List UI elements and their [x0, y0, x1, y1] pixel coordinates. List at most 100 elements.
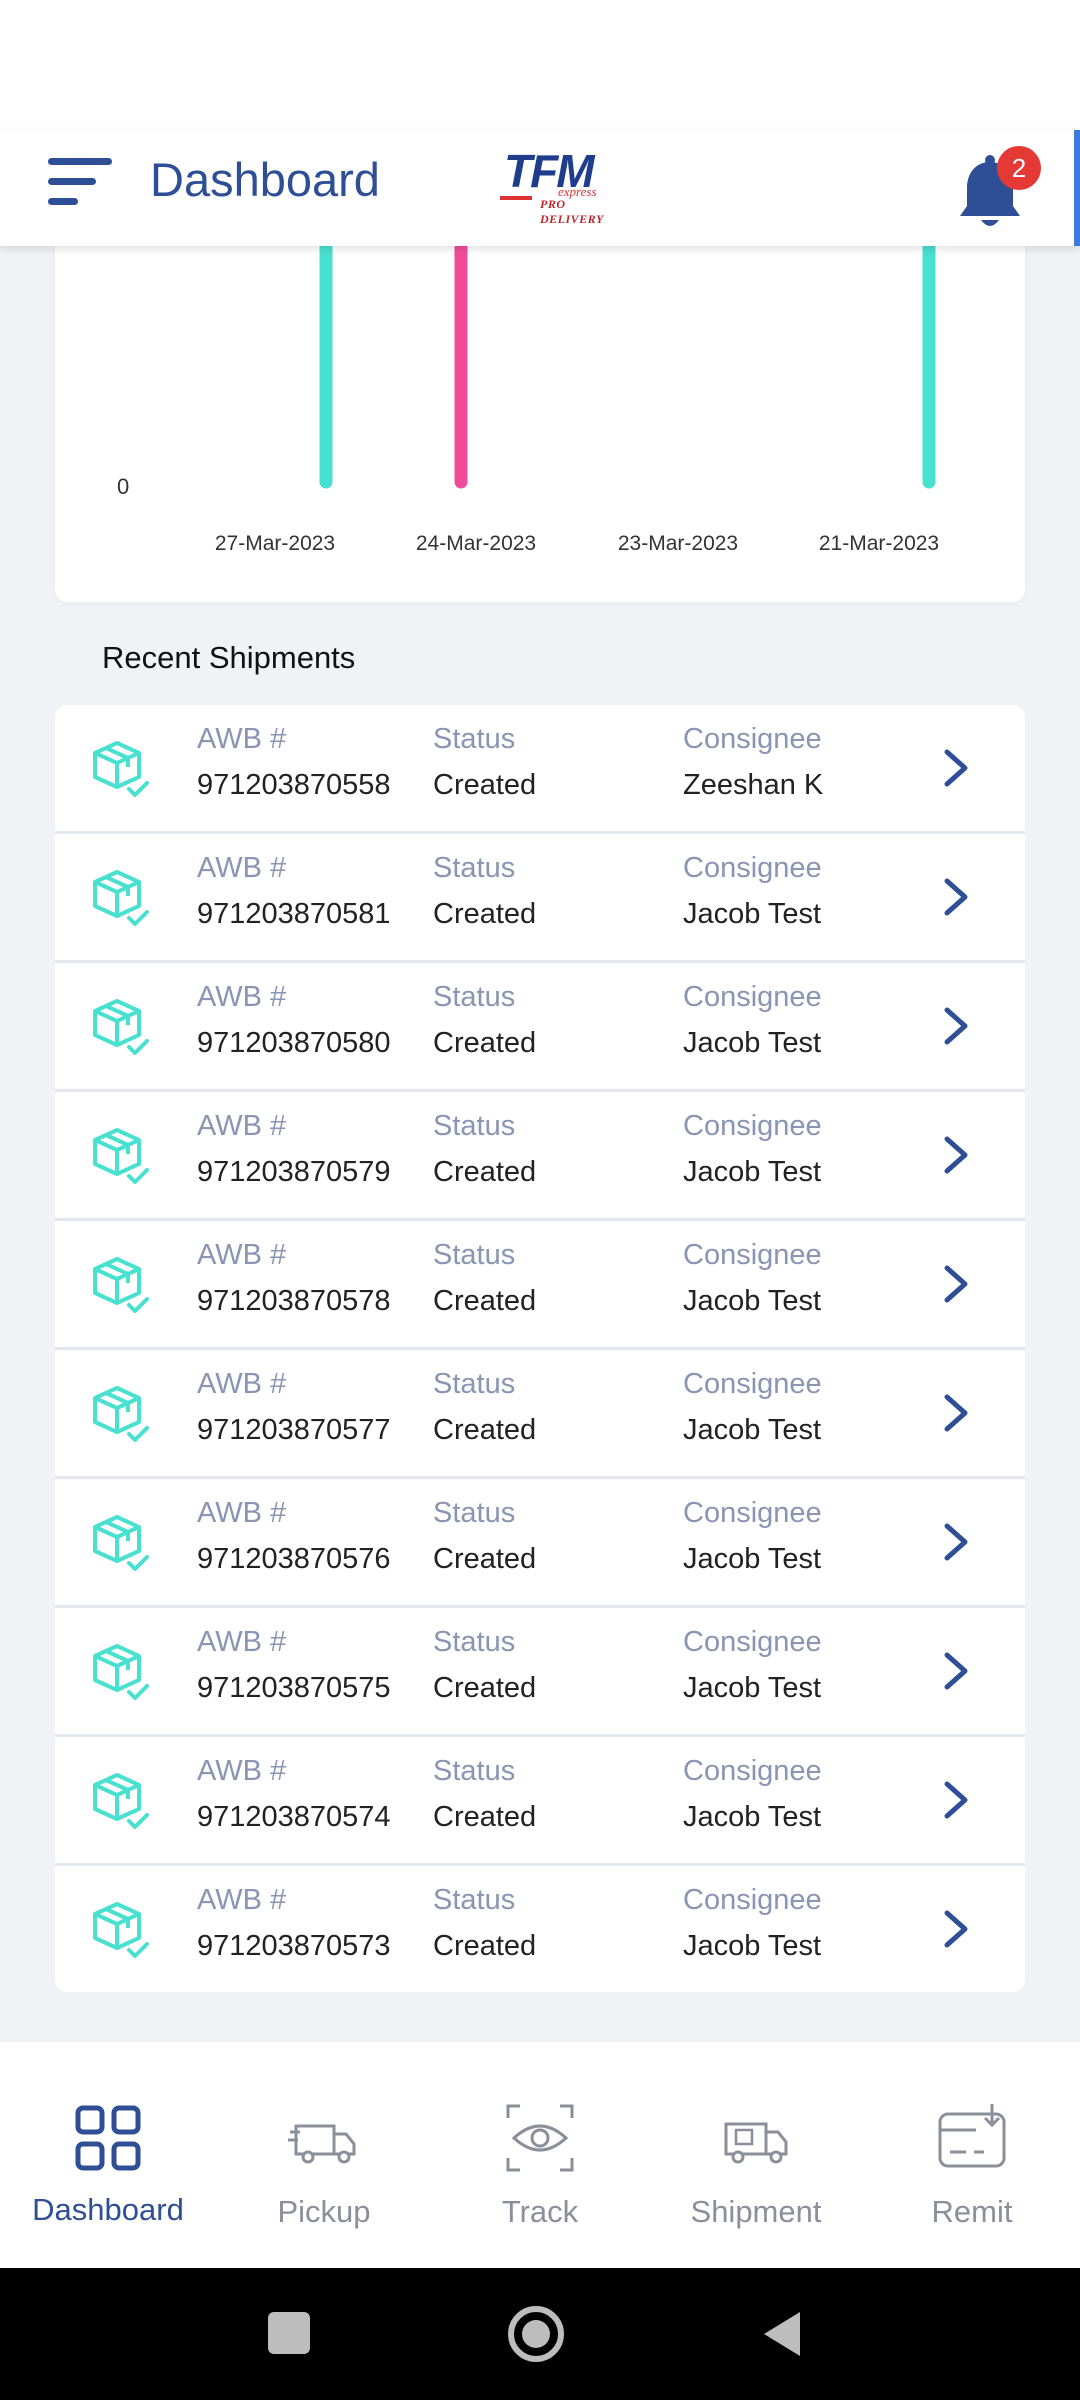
awb-column: AWB # 971203870581	[197, 852, 391, 931]
shipment-row[interactable]: AWB # 971203870576 Status Created Consignee J…	[55, 1479, 1025, 1608]
logo-swoosh	[500, 196, 532, 200]
consignee-column: Consignee Jacob Test	[683, 852, 822, 931]
page-title: Dashboard	[150, 153, 380, 206]
package-check-icon	[91, 1642, 149, 1704]
nav-track[interactable]: Track	[432, 2042, 648, 2268]
status-label: Status	[433, 1239, 516, 1271]
status-column: Status Created	[433, 1755, 536, 1834]
recent-shipments-title: Recent Shipments	[102, 640, 356, 675]
eye-scan-icon	[506, 2104, 574, 2172]
package-check-icon	[91, 868, 149, 930]
consignee-label: Consignee	[683, 1884, 822, 1916]
x-tick-label: 27-Mar-2023	[215, 532, 335, 555]
package-check-icon	[91, 739, 149, 801]
chevron-right-icon[interactable]	[941, 1522, 971, 1562]
awb-label: AWB #	[197, 1626, 287, 1658]
status-label: Status	[433, 1884, 516, 1916]
back-button[interactable]	[760, 2310, 804, 2358]
status-value: Created	[433, 1801, 537, 1833]
status-column: Status Created	[433, 723, 536, 802]
shipment-row[interactable]: AWB # 971203870577 Status Created Consignee J…	[55, 1350, 1025, 1479]
shipment-row[interactable]: AWB # 971203870581 Status Created Consignee J…	[55, 834, 1025, 963]
package-check-icon	[91, 997, 149, 1059]
consignee-label: Consignee	[683, 852, 822, 884]
awb-value: 971203870580	[197, 1027, 391, 1059]
chevron-right-icon[interactable]	[941, 877, 971, 917]
awb-label: AWB #	[197, 1497, 287, 1529]
chevron-right-icon[interactable]	[941, 1780, 971, 1820]
awb-value: 971203870577	[197, 1414, 391, 1446]
awb-column: AWB # 971203870558	[197, 723, 391, 802]
shipment-row[interactable]: AWB # 971203870573 Status Created Consignee J…	[55, 1866, 1025, 1992]
consignee-column: Consignee Jacob Test	[683, 1368, 822, 1447]
consignee-label: Consignee	[683, 981, 822, 1013]
consignee-value: Zeeshan K	[683, 769, 824, 801]
awb-column: AWB # 971203870576	[197, 1497, 391, 1576]
notifications-button[interactable]: 2	[955, 144, 1055, 234]
consignee-value: Jacob Test	[683, 898, 822, 930]
status-value: Created	[433, 898, 537, 930]
shipments-chart-card: 0 27-Mar-2023 24-Mar-2023 23-Mar-2023 21-Ma…	[55, 190, 1025, 602]
nav-pickup[interactable]: Pickup	[216, 2042, 432, 2268]
delivery-truck-icon	[724, 2122, 788, 2164]
status-column: Status Created	[433, 1368, 536, 1447]
consignee-label: Consignee	[683, 1239, 822, 1271]
consignee-column: Consignee Jacob Test	[683, 1755, 822, 1834]
chevron-right-icon[interactable]	[941, 1006, 971, 1046]
shipment-row[interactable]: AWB # 971203870575 Status Created Consignee J…	[55, 1608, 1025, 1737]
status-value: Created	[433, 1027, 537, 1059]
nav-remit[interactable]: Remit	[864, 2042, 1080, 2268]
shipment-row[interactable]: AWB # 971203870574 Status Created Consignee J…	[55, 1737, 1025, 1866]
recent-shipments-list: AWB # 971203870558 Status Created Consignee Z…	[55, 705, 1025, 1992]
menu-icon[interactable]	[48, 154, 116, 208]
consignee-column: Consignee Jacob Test	[683, 1626, 822, 1705]
status-column: Status Created	[433, 981, 536, 1060]
awb-label: AWB #	[197, 981, 287, 1013]
nav-dashboard[interactable]: Dashboard	[0, 2042, 216, 2268]
awb-label: AWB #	[197, 1755, 287, 1787]
home-button[interactable]	[508, 2306, 564, 2362]
chevron-right-icon[interactable]	[941, 1135, 971, 1175]
awb-value: 971203870579	[197, 1156, 391, 1188]
status-label: Status	[433, 852, 516, 884]
status-column: Status Created	[433, 1497, 536, 1576]
consignee-column: Consignee Jacob Test	[683, 1497, 822, 1576]
consignee-label: Consignee	[683, 1626, 822, 1658]
chevron-right-icon[interactable]	[941, 1651, 971, 1691]
status-label: Status	[433, 723, 516, 755]
shipment-row[interactable]: AWB # 971203870580 Status Created Consignee J…	[55, 963, 1025, 1092]
status-value: Created	[433, 1156, 537, 1188]
chevron-right-icon[interactable]	[941, 1264, 971, 1304]
bottom-nav: Dashboard Pickup Track Shipment Remit	[0, 2042, 1080, 2268]
consignee-column: Consignee Jacob Test	[683, 1884, 822, 1963]
logo-tagline: PRO DELIVERY	[540, 197, 604, 226]
status-value: Created	[433, 1672, 537, 1704]
status-value: Created	[433, 1543, 537, 1575]
shipments-chart: 0 27-Mar-2023 24-Mar-2023 23-Mar-2023 21-Ma…	[117, 190, 939, 555]
status-value: Created	[433, 1414, 537, 1446]
recents-button[interactable]	[268, 2312, 310, 2354]
chevron-right-icon[interactable]	[941, 1909, 971, 1949]
status-value: Created	[433, 1930, 537, 1962]
consignee-label: Consignee	[683, 1110, 822, 1142]
awb-column: AWB # 971203870577	[197, 1368, 391, 1447]
x-tick-label: 21-Mar-2023	[819, 532, 939, 555]
consignee-column: Consignee Jacob Test	[683, 1239, 822, 1318]
awb-column: AWB # 971203870580	[197, 981, 391, 1060]
consignee-label: Consignee	[683, 723, 822, 755]
shipment-row[interactable]: AWB # 971203870578 Status Created Consignee J…	[55, 1221, 1025, 1350]
awb-label: AWB #	[197, 852, 287, 884]
x-tick-label: 23-Mar-2023	[618, 532, 738, 555]
awb-column: AWB # 971203870573	[197, 1884, 391, 1963]
shipment-row[interactable]: AWB # 971203870579 Status Created Consignee J…	[55, 1092, 1025, 1221]
status-value: Created	[433, 1285, 537, 1317]
package-check-icon	[91, 1255, 149, 1317]
notification-badge: 2	[997, 146, 1041, 190]
grid-icon	[75, 2105, 141, 2171]
chevron-right-icon[interactable]	[941, 1393, 971, 1433]
shipment-row[interactable]: AWB # 971203870558 Status Created Consignee Z…	[55, 705, 1025, 834]
status-label: Status	[433, 981, 516, 1013]
awb-value: 971203870574	[197, 1801, 391, 1833]
chevron-right-icon[interactable]	[941, 748, 971, 788]
nav-shipment[interactable]: Shipment	[648, 2042, 864, 2268]
